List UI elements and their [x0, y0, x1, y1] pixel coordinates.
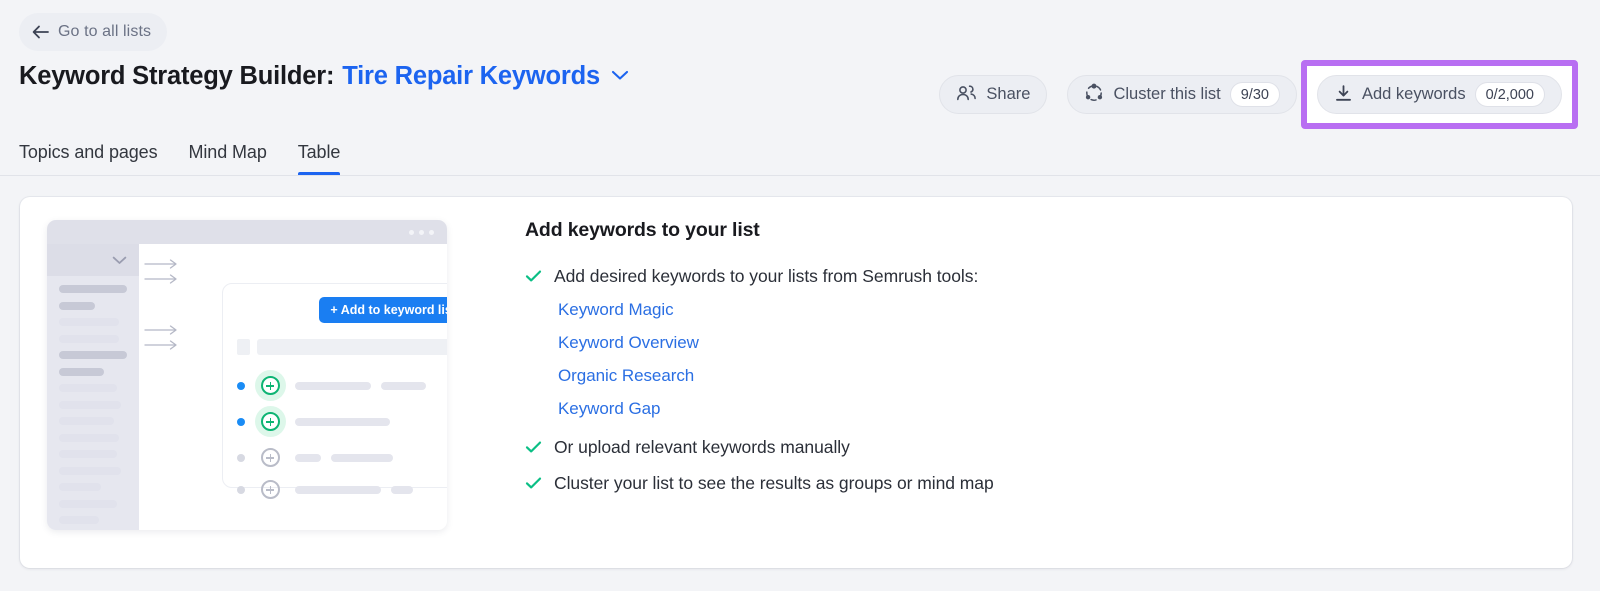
window-dot-icon — [409, 230, 414, 235]
row-status-dot — [237, 418, 245, 426]
illustration-keyword-row — [237, 412, 390, 431]
add-keyword-plus-wrap[interactable] — [255, 376, 285, 395]
add-keyword-plus-wrap[interactable] — [255, 480, 285, 499]
illustration-bar — [59, 351, 127, 359]
people-share-icon — [956, 84, 977, 105]
illustration-keyword-row — [237, 376, 426, 395]
check-icon — [525, 269, 542, 288]
tool-link-keyword-overview[interactable]: Keyword Overview — [558, 333, 994, 353]
tool-link-keyword-gap[interactable]: Keyword Gap — [558, 399, 994, 419]
add-keywords-illustration: + Add to keyword list — [47, 220, 447, 530]
illustration-bar — [59, 384, 117, 392]
row-text-placeholder — [295, 418, 390, 426]
row-text-placeholder — [295, 486, 381, 494]
illustration-bar — [59, 483, 101, 491]
cluster-label: Cluster this list — [1113, 85, 1220, 104]
cluster-counter-badge: 9/30 — [1230, 82, 1280, 107]
tab-topics-and-pages[interactable]: Topics and pages — [19, 142, 158, 176]
illustration-bar — [59, 335, 119, 343]
add-keywords-label: Add keywords — [1362, 85, 1466, 104]
illustration-bar — [59, 434, 119, 442]
chevron-down-icon[interactable] — [611, 68, 629, 86]
row-text-placeholder — [295, 454, 321, 462]
plus-circle-icon — [261, 376, 280, 395]
plus-circle-icon — [261, 412, 280, 431]
arrow-left-icon — [32, 25, 49, 39]
row-text-placeholder — [391, 486, 413, 494]
bullet-text: Cluster your list to see the results as … — [554, 471, 994, 495]
tab-bar: Topics and pages Mind Map Table — [19, 142, 340, 176]
illustration-bar — [59, 401, 121, 409]
row-text-placeholder — [331, 454, 393, 462]
tab-mind-map[interactable]: Mind Map — [189, 142, 267, 176]
row-status-dot — [237, 454, 245, 462]
illustration-bar — [59, 450, 117, 458]
illustration-bar — [59, 516, 99, 524]
illustration-bar — [59, 467, 121, 475]
window-dot-icon — [429, 230, 434, 235]
panel-heading: Add keywords to your list — [525, 219, 994, 242]
add-to-keyword-list-button[interactable]: + Add to keyword list — [319, 297, 447, 323]
row-status-dot — [237, 486, 245, 494]
check-icon — [525, 476, 542, 495]
bullet-text: Add desired keywords to your lists from … — [554, 264, 978, 288]
empty-state-card: + Add to keyword list Add keywords to yo… — [20, 197, 1572, 568]
illustration-bar — [59, 318, 119, 326]
row-status-dot — [237, 382, 245, 390]
bullet-item: Add desired keywords to your lists from … — [525, 264, 994, 288]
tool-link-keyword-magic[interactable]: Keyword Magic — [558, 300, 994, 320]
add-keyword-plus-wrap[interactable] — [255, 412, 285, 431]
illustration-keyword-panel: + Add to keyword list — [222, 283, 447, 488]
bullet-item: Cluster your list to see the results as … — [525, 471, 994, 495]
plus-circle-icon — [261, 448, 280, 467]
header-bar-placeholder — [257, 339, 447, 355]
illustration-arrows — [143, 220, 183, 530]
illustration-bar — [59, 417, 114, 425]
add-keywords-highlight: Add keywords 0/2,000 — [1301, 60, 1578, 129]
illustration-bar — [59, 285, 127, 293]
top-bar: Go to all lists Keyword Strategy Builder… — [0, 0, 1600, 176]
add-keyword-plus-wrap[interactable] — [255, 448, 285, 467]
illustration-table-header — [237, 339, 447, 355]
header-checkbox-placeholder — [237, 339, 250, 355]
tool-link-organic-research[interactable]: Organic Research — [558, 366, 994, 386]
bullet-item: Or upload relevant keywords manually — [525, 435, 994, 459]
page-title: Keyword Strategy Builder: Tire Repair Ke… — [19, 62, 629, 91]
chevron-down-icon — [112, 256, 127, 265]
page-title-prefix: Keyword Strategy Builder: — [19, 62, 334, 91]
illustration-bar — [59, 368, 104, 376]
bullet-text: Or upload relevant keywords manually — [554, 435, 850, 459]
share-button[interactable]: Share — [939, 75, 1047, 114]
go-to-all-lists-button[interactable]: Go to all lists — [19, 13, 167, 51]
row-text-placeholder — [295, 382, 371, 390]
tab-table[interactable]: Table — [298, 142, 341, 176]
illustration-bar — [59, 302, 95, 310]
go-to-all-lists-label: Go to all lists — [58, 23, 151, 41]
illustration-keyword-row — [237, 480, 413, 499]
panel-bullets: Add desired keywords to your lists from … — [525, 264, 994, 495]
cluster-this-list-button[interactable]: Cluster this list 9/30 — [1067, 75, 1297, 114]
illustration-titlebar — [47, 220, 447, 244]
window-dot-icon — [419, 230, 424, 235]
illustration-sidebar — [47, 244, 139, 530]
download-import-icon — [1334, 84, 1353, 106]
header-actions: Share Cluster this list 9/30 — [939, 60, 1578, 129]
illustration-sidebar-header — [47, 244, 139, 276]
illustration-bar — [59, 500, 117, 508]
illustration-window: + Add to keyword list — [47, 220, 447, 530]
keyword-list-name[interactable]: Tire Repair Keywords — [342, 62, 600, 91]
row-text-placeholder — [381, 382, 426, 390]
illustration-keyword-row — [237, 448, 393, 467]
add-keywords-counter-badge: 0/2,000 — [1475, 82, 1545, 107]
empty-state-content: Add keywords to your list Add desired ke… — [525, 219, 994, 507]
semrush-tool-links: Keyword Magic Keyword Overview Organic Res… — [558, 300, 994, 419]
cluster-nodes-icon — [1084, 83, 1104, 106]
check-icon — [525, 440, 542, 459]
illustration-sidebar-bars — [47, 276, 139, 524]
plus-circle-icon — [261, 480, 280, 499]
share-label: Share — [986, 85, 1030, 104]
add-keywords-button[interactable]: Add keywords 0/2,000 — [1317, 75, 1562, 114]
